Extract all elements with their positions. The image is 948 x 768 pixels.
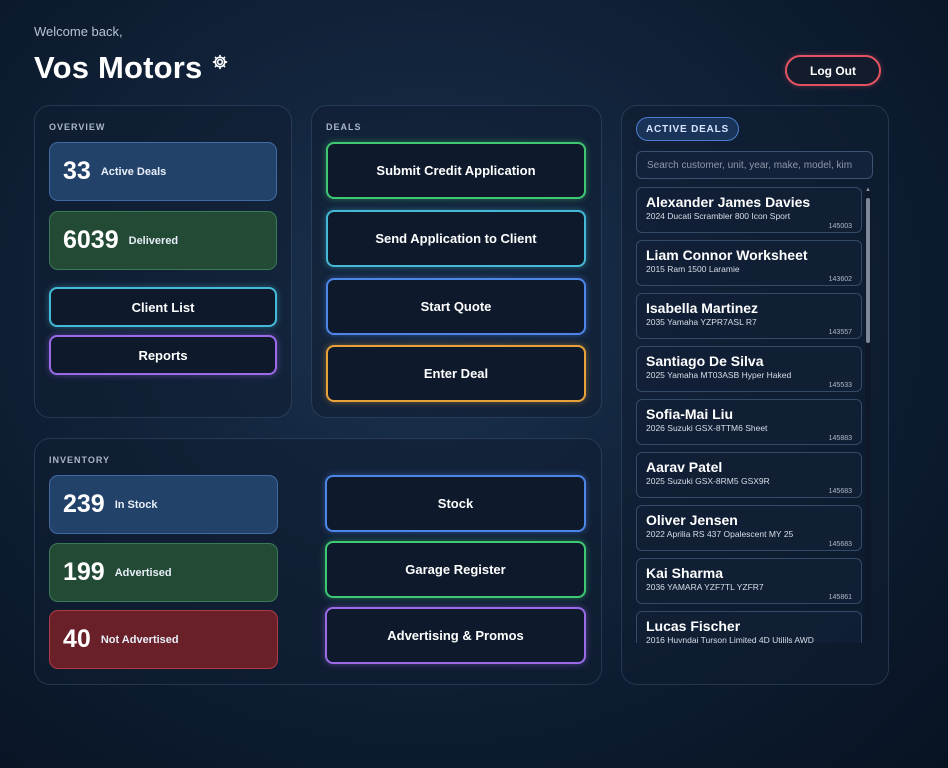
deal-customer-name: Santiago De Silva [646,353,764,369]
send-application-button[interactable]: Send Application to Client [326,210,586,267]
deal-customer-name: Isabella Martinez [646,300,759,316]
in-stock-count: 239 [63,490,105,518]
deal-list-item[interactable]: Aarav Patel 2025 Suzuki GSX-8RM5 GSX9R 145… [636,452,862,498]
deal-list-item[interactable]: Alexander James Davies 2024 Ducati Scramb… [636,187,862,233]
deal-list-item[interactable]: Liam Connor Worksheet 2015 Ram 1500 Laram… [636,240,862,286]
deal-id: 143557 [828,329,852,336]
deal-vehicle: 2036 YAMARA YZF7TL YZFR7 [646,582,764,592]
deal-list-item[interactable]: Sofia-Mai Liu 2026 Suzuki GSX-8TTM6 Sheet… [636,399,862,445]
welcome-text: Welcome back, [34,24,123,39]
deal-id: 143602 [828,276,852,283]
scroll-up-arrow-icon[interactable]: ▲ [865,187,871,193]
deal-customer-name: Kai Sharma [646,565,724,581]
deal-id: 145883 [828,435,852,442]
deal-list-item[interactable]: Santiago De Silva 2025 Yamaha MT03ASB Hyp… [636,346,862,392]
client-list-button[interactable]: Client List [49,287,277,327]
scrollbar-thumb[interactable] [866,198,870,343]
advertising-promos-button[interactable]: Advertising & Promos [325,607,586,664]
advertised-label: Advertised [114,566,172,579]
garage-register-button[interactable]: Garage Register [325,541,586,598]
advertised-count: 199 [63,558,105,586]
deal-vehicle: 2035 Yamaha YZPR7ASL R7 [646,317,757,327]
delivered-label: Delivered [128,234,179,247]
overview-label: OVERVIEW [49,122,106,132]
not-advertised-stat[interactable]: 40 Not Advertised [49,610,278,669]
deal-customer-name: Liam Connor Worksheet [646,247,808,263]
in-stock-label: In Stock [114,498,158,511]
not-advertised-count: 40 [63,625,91,653]
reports-button[interactable]: Reports [49,335,277,375]
deal-vehicle: 2026 Suzuki GSX-8TTM6 Sheet [646,423,768,433]
stock-button[interactable]: Stock [325,475,586,532]
inventory-label: INVENTORY [49,455,111,465]
title-row: Vos Motors [34,50,229,86]
delivered-count: 6039 [63,226,119,254]
deal-customer-name: Alexander James Davies [646,194,811,210]
deal-vehicle: 2024 Ducati Scrambler 800 Icon Sport [646,211,791,221]
start-quote-button[interactable]: Start Quote [326,278,586,335]
active-deals-tab[interactable]: ACTIVE DEALS [636,117,739,141]
logout-button[interactable]: Log Out [785,55,881,86]
deal-list-item[interactable]: Isabella Martinez 2035 Yamaha YZPR7ASL R7… [636,293,862,339]
deal-id: 145683 [828,488,852,495]
delivered-stat[interactable]: 6039 Delivered [49,211,277,270]
deals-label: DEALS [326,122,362,132]
submit-credit-application-button[interactable]: Submit Credit Application [326,142,586,199]
deal-customer-name: Oliver Jensen [646,512,738,528]
deal-customer-name: Sofia-Mai Liu [646,406,734,422]
enter-deal-button[interactable]: Enter Deal [326,345,586,402]
active-deals-stat[interactable]: 33 Active Deals [49,142,277,201]
deal-id: 145533 [828,382,852,389]
deal-id: 145003 [828,223,852,230]
deal-vehicle: 2016 Huyndai Turson Limited 4D Utilils A… [646,635,814,643]
deal-vehicle: 2025 Suzuki GSX-8RM5 GSX9R [646,476,770,486]
deal-customer-name: Lucas Fischer [646,618,741,634]
deal-vehicle: 2025 Yamaha MT03ASB Hyper Haked [646,370,792,380]
deal-vehicle: 2015 Ram 1500 Laramie [646,264,740,274]
gear-icon[interactable] [211,53,229,71]
in-stock-stat[interactable]: 239 In Stock [49,475,278,534]
deal-customer-name: Aarav Patel [646,459,723,475]
active-deals-count: 33 [63,157,91,185]
page-title: Vos Motors [34,50,203,85]
not-advertised-label: Not Advertised [100,633,179,646]
deal-list-item[interactable]: Lucas Fischer 2016 Huyndai Turson Limited… [636,611,862,643]
deal-id: 145861 [828,594,852,601]
deal-list: Alexander James Davies 2024 Ducati Scramb… [636,187,862,643]
deal-id: 145683 [828,541,852,548]
deal-list-item[interactable]: Kai Sharma 2036 YAMARA YZF7TL YZFR7 145861 [636,558,862,604]
deal-list-item[interactable]: Oliver Jensen 2022 Aprilia RS 437 Opalesc… [636,505,862,551]
deal-search-input[interactable] [636,151,873,179]
active-deals-label: Active Deals [100,165,167,178]
deal-vehicle: 2022 Aprilia RS 437 Opalescent MY 25 [646,529,794,539]
advertised-stat[interactable]: 199 Advertised [49,543,278,602]
